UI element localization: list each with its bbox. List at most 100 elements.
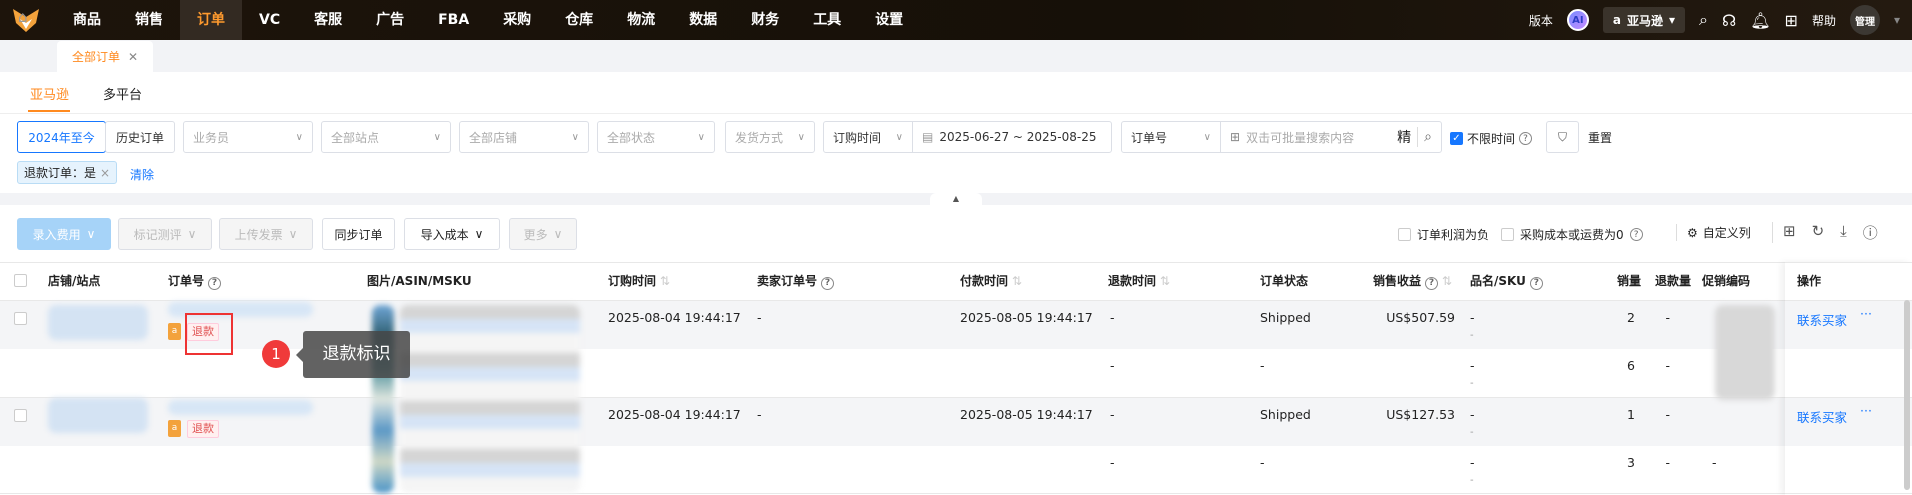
help-icon[interactable]: ? (208, 276, 222, 290)
exact-toggle[interactable]: 精 (1397, 127, 1419, 147)
column-header: 促销编码 (1702, 262, 1750, 300)
refund-qty: - (1665, 358, 1670, 373)
platform-switch[interactable]: a 亚马逊 ▾ (1602, 7, 1686, 33)
home-icon[interactable]: ⌂ (18, 8, 28, 26)
status-select[interactable]: 全部状态 ∨ (597, 121, 715, 153)
nav-item[interactable]: 订单 (180, 0, 242, 40)
nav-item[interactable]: 物流 (610, 0, 672, 40)
import-cost-button[interactable]: 导入成本 ∨ (404, 218, 500, 250)
help-icon[interactable]: ? (1425, 276, 1439, 290)
nav-item[interactable]: 数据 (672, 0, 734, 40)
bell-icon[interactable]: 🔔︎ (1750, 11, 1770, 30)
apps-icon[interactable]: ⊞ (1785, 11, 1798, 30)
range-2024-button[interactable]: 2024年至今 (17, 121, 106, 153)
headset-icon[interactable]: ☊ (1722, 11, 1736, 30)
sales-revenue: US$507.59 (1386, 310, 1455, 325)
qr-icon[interactable]: ⊞ (1783, 222, 1796, 243)
time-type-select[interactable]: 订购时间 ∨ (823, 121, 913, 153)
checkbox-checked-icon: ✓ (1450, 132, 1463, 145)
row-checkbox[interactable] (14, 409, 27, 422)
contact-buyer-link[interactable]: 联系买家 (1797, 407, 1847, 426)
platform-tab-multi[interactable]: 多平台 (103, 84, 142, 103)
more-icon[interactable]: ··· (1860, 403, 1872, 418)
help-icon[interactable]: ? (1629, 228, 1643, 241)
nav-item[interactable]: 采购 (486, 0, 548, 40)
shop-select[interactable]: 全部店铺 ∨ (459, 121, 589, 153)
nav-item[interactable]: 财务 (734, 0, 796, 40)
row-checkbox[interactable] (14, 312, 27, 325)
clear-filters-link[interactable]: 清除 (130, 166, 154, 183)
help-icon[interactable]: ⓘ (1863, 222, 1878, 243)
version-link[interactable]: 版本 (1529, 12, 1553, 29)
column-header[interactable]: 退款时间 ⇅ (1108, 262, 1170, 300)
close-icon[interactable]: × (100, 166, 110, 180)
sticky-actions-column (1785, 262, 1912, 495)
checkbox (1501, 228, 1514, 241)
date-range-picker[interactable]: ▤ 2025-06-27 ~ 2025-08-25 (912, 121, 1112, 153)
sort-icon[interactable]: ⇅ (1438, 274, 1452, 288)
nav-item[interactable]: 工具 (796, 0, 858, 40)
contact-buyer-link[interactable]: 联系买家 (1797, 310, 1847, 329)
help-icon[interactable]: ? (821, 276, 835, 290)
tab-all-orders[interactable]: 全部订单 ✕ (57, 41, 153, 72)
ship-method-select[interactable]: 发货方式 ∨ (725, 121, 815, 153)
help-icon[interactable]: ? (1519, 132, 1533, 145)
column-header: 图片/ASIN/MSKU (367, 262, 472, 300)
scrollbar[interactable] (1904, 300, 1910, 490)
reset-button[interactable]: 重置 (1588, 129, 1612, 146)
filter-button[interactable]: ⛉ (1546, 121, 1579, 153)
sort-icon[interactable]: ⇅ (1008, 274, 1022, 288)
enter-fee-button[interactable]: 录入费用 ∨ (17, 218, 111, 250)
amazon-icon: a (1612, 13, 1621, 27)
search-icon[interactable]: ⌕ (1699, 10, 1708, 30)
chevron-down-icon: ∨ (553, 227, 563, 241)
custom-columns-button[interactable]: ⚙ 自定义列 (1676, 224, 1751, 241)
chevron-down-icon: ∨ (86, 227, 96, 241)
more-icon[interactable]: ··· (1860, 306, 1872, 321)
salesperson-select[interactable]: 业务员 ∨ (183, 121, 313, 153)
nav-item[interactable]: 销售 (118, 0, 180, 40)
collapse-handle[interactable]: ▲ (930, 193, 982, 205)
avatar[interactable]: 管理 (1849, 5, 1880, 35)
more-button[interactable]: 更多 ∨ (509, 218, 577, 250)
search-field-select[interactable]: 订单号 ∨ (1121, 121, 1221, 153)
help-link[interactable]: 帮助 (1812, 12, 1836, 29)
neg-profit-checkbox[interactable]: 订单利润为负 (1398, 226, 1489, 243)
sort-icon[interactable]: ⇅ (656, 274, 670, 288)
ai-button[interactable]: AI (1566, 9, 1589, 31)
search-icon[interactable]: ⌕ (1424, 129, 1432, 145)
help-icon[interactable]: ? (1529, 276, 1543, 290)
column-label: 品名/SKU (1470, 274, 1526, 288)
sort-icon[interactable]: ⇅ (1156, 274, 1170, 288)
refresh-icon[interactable]: ↻ (1812, 222, 1825, 243)
nav-item[interactable]: 仓库 (548, 0, 610, 40)
unlimited-time-checkbox[interactable]: ✓ 不限时间? (1450, 130, 1533, 147)
column-header[interactable]: 销售收益? ⇅ (1373, 262, 1452, 300)
history-orders-button[interactable]: 历史订单 (105, 121, 175, 153)
mark-review-button[interactable]: 标记测评 ∨ (118, 218, 212, 250)
column-header: 品名/SKU? (1470, 262, 1543, 300)
nav-item[interactable]: VC (242, 0, 297, 40)
zero-cost-checkbox[interactable]: 采购成本或运费为0? (1501, 226, 1643, 243)
sync-orders-button[interactable]: 同步订单 (322, 218, 395, 250)
chevron-down-icon: ∨ (433, 131, 441, 143)
site-select[interactable]: 全部站点 ∨ (321, 121, 451, 153)
nav-item[interactable]: 设置 (858, 0, 920, 40)
column-header[interactable]: 订购时间 ⇅ (608, 262, 670, 300)
nav-item[interactable]: FBA (421, 0, 486, 40)
product-sku: - (1470, 358, 1475, 373)
seller-order-no: - (757, 407, 762, 422)
annotation-tooltip: 退款标识 (303, 331, 410, 378)
order-number-redacted[interactable] (168, 400, 313, 415)
download-icon[interactable]: ⤓ (1840, 222, 1847, 243)
close-icon[interactable]: ✕ (128, 50, 138, 64)
search-input[interactable]: ⊞ 双击可批量搜索内容精 ⌕ (1220, 121, 1442, 153)
column-header[interactable]: 付款时间 ⇅ (960, 262, 1022, 300)
nav-item[interactable]: 客服 (297, 0, 359, 40)
select-all-checkbox[interactable] (14, 274, 27, 287)
upload-invoice-button[interactable]: 上传发票 ∨ (219, 218, 313, 250)
platform-tab-amazon[interactable]: 亚马逊 (30, 84, 69, 103)
nav-item[interactable]: 广告 (359, 0, 421, 40)
caret-down-icon[interactable]: ▾ (1894, 13, 1900, 27)
nav-item[interactable]: 商品 (56, 0, 118, 40)
